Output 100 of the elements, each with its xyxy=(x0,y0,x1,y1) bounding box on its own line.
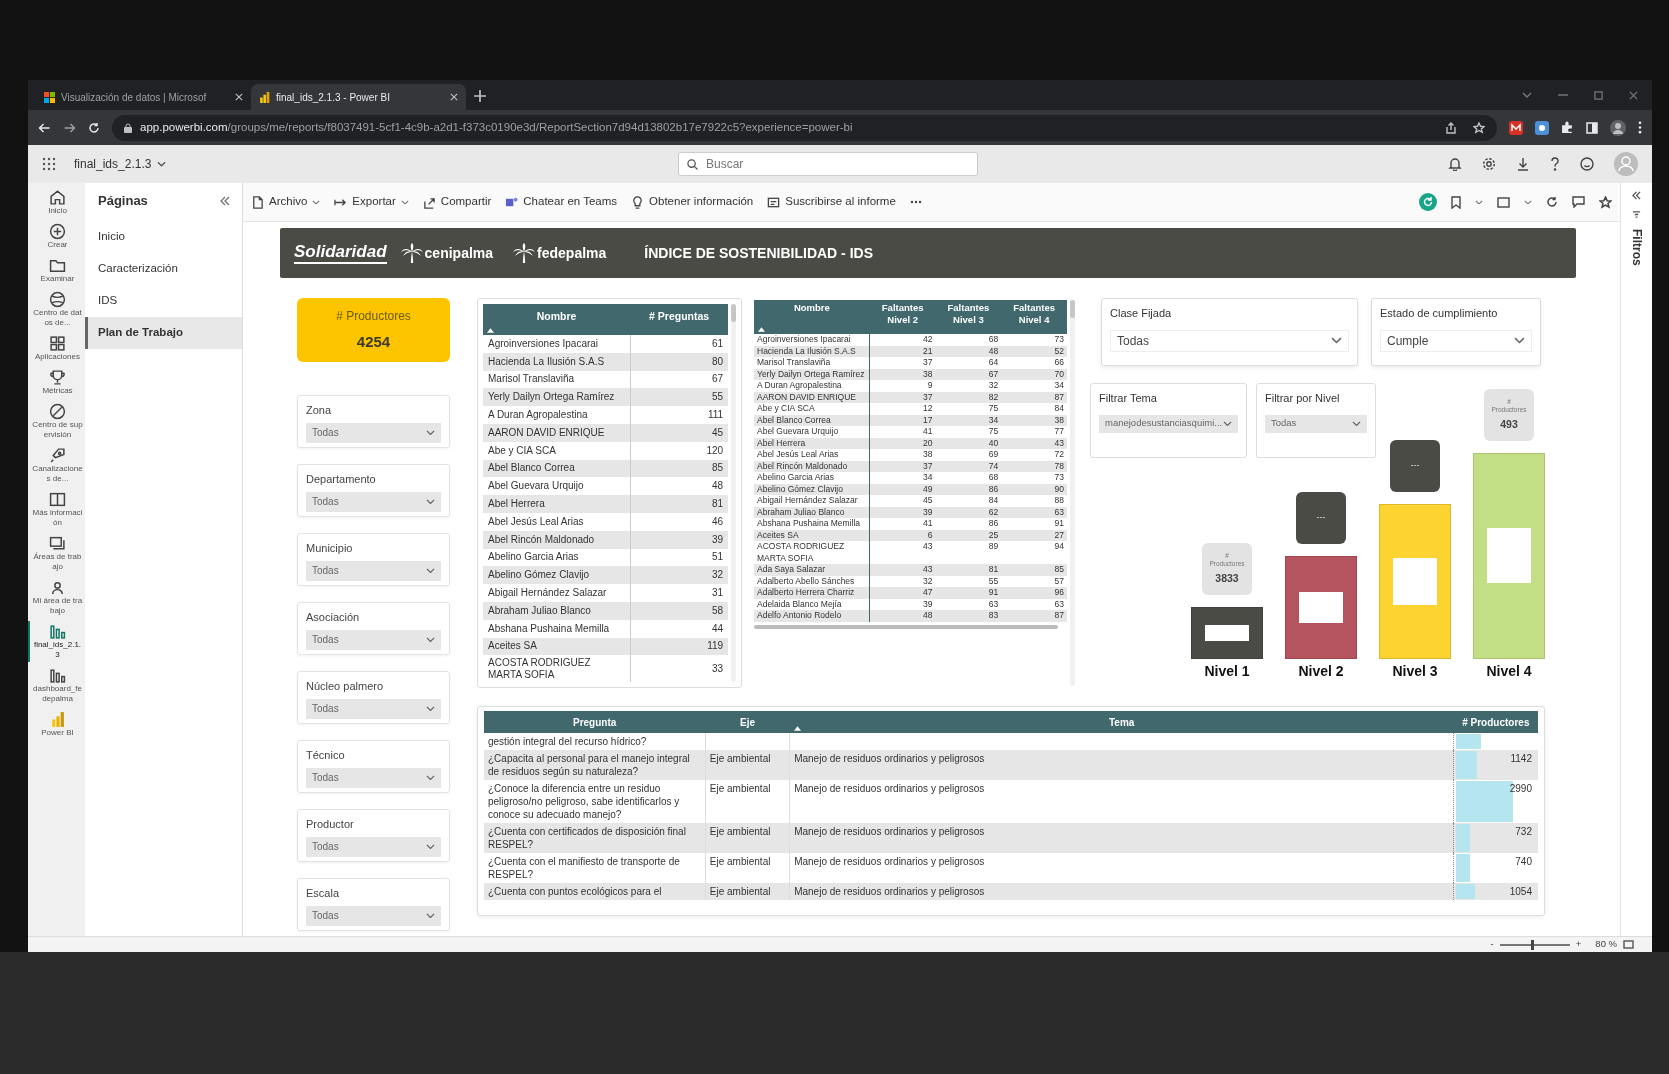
slicer-label: Filtrar Tema xyxy=(1099,391,1158,406)
dropdown[interactable]: Todas xyxy=(306,629,441,650)
dropdown[interactable]: Cumple xyxy=(1380,329,1532,352)
bookmark-icon[interactable] xyxy=(1451,195,1461,209)
extension-icon[interactable] xyxy=(1535,120,1549,135)
menu-icon[interactable] xyxy=(1638,121,1642,134)
search-input[interactable]: Buscar xyxy=(704,154,969,174)
collapse-icon[interactable] xyxy=(220,195,230,206)
side-panel-icon[interactable] xyxy=(1586,121,1598,134)
folder-icon xyxy=(49,257,66,274)
report-title-button[interactable]: final_ids_2.1.3 xyxy=(74,155,167,173)
zoom-in-button[interactable]: + xyxy=(1575,937,1582,952)
back-arrow-icon[interactable] xyxy=(38,121,51,134)
nav-rail-item[interactable]: Centro de datos de... xyxy=(28,289,85,330)
toolbar-button[interactable]: Archivo xyxy=(251,193,321,211)
app-launcher-icon[interactable] xyxy=(42,157,56,171)
nav-rail-item[interactable]: Crear xyxy=(28,221,85,252)
plus-icon[interactable] xyxy=(474,90,486,102)
more-icon[interactable] xyxy=(909,200,922,204)
nav-rail-item[interactable]: Power BI xyxy=(28,709,85,740)
browser-tab[interactable]: final_ids_2.1.3 - Power BI xyxy=(251,84,466,110)
page-tab[interactable]: Caracterización xyxy=(85,252,242,285)
level-label: Nivel 2 xyxy=(1298,663,1344,680)
nav-rail-item[interactable]: Canalizaciones de... xyxy=(28,445,85,486)
dropdown[interactable]: Todas xyxy=(306,767,441,788)
dropdown[interactable]: Todas xyxy=(306,905,441,926)
column-header[interactable]: Nombre xyxy=(754,300,870,334)
download-icon[interactable] xyxy=(1516,157,1530,171)
address-bar[interactable]: app.powerbi.com/groups/me/reports/f8037491-5cf1-4c9b-a2d1-f373c0190e3d/ReportSection7d94d13802b17e7922c5?experience=power-bi xyxy=(112,114,1497,141)
dropdown[interactable]: Todas xyxy=(306,560,441,581)
column-header[interactable]: Faltantes Nivel 2 xyxy=(869,300,936,334)
dropdown[interactable]: Todas xyxy=(306,836,441,857)
nav-rail-item[interactable]: Más información xyxy=(28,489,85,530)
toolbar-button[interactable]: Exportar xyxy=(334,193,409,211)
dropdown[interactable]: manejodesustanciasquimi... xyxy=(1099,414,1238,433)
nav-rail-item[interactable]: Aplicaciones xyxy=(28,333,85,364)
toolbar-button[interactable]: Suscribirse al informe xyxy=(767,193,896,211)
page-tab[interactable]: IDS xyxy=(85,284,242,317)
nav-rail-item[interactable]: Áreas de trabajo xyxy=(28,533,85,574)
extension-icon[interactable] xyxy=(1509,120,1523,135)
nav-rail-item[interactable]: dashboard_fedepalma xyxy=(28,665,85,706)
nav-rail-item[interactable]: Mi área de trabajo xyxy=(28,577,85,618)
view-icon[interactable] xyxy=(1497,196,1510,208)
table-cell: 66 xyxy=(1001,357,1067,369)
nav-rail-item[interactable]: Métricas xyxy=(28,367,85,398)
toolbar-button[interactable]: Compartir xyxy=(422,193,492,211)
forward-arrow-icon[interactable] xyxy=(63,121,76,134)
settings-icon[interactable] xyxy=(1482,157,1496,171)
nav-rail-item[interactable]: Examinar xyxy=(28,255,85,286)
nav-rail-item[interactable]: Inicio xyxy=(28,187,85,218)
table-cell: 69 xyxy=(935,449,1002,461)
bell-icon[interactable] xyxy=(1448,157,1462,171)
caret-icon xyxy=(157,161,167,167)
page-tab[interactable]: Plan de Trabajo xyxy=(85,316,242,349)
column-header[interactable]: Tema xyxy=(789,711,1454,733)
column-header[interactable]: # Productores xyxy=(1453,711,1538,733)
column-header[interactable]: Nombre xyxy=(483,304,631,335)
toolbar-button[interactable]: Obtener información xyxy=(631,193,754,211)
reload-icon[interactable] xyxy=(1546,196,1558,208)
bar-chart-icon xyxy=(49,667,66,684)
dropdown[interactable]: Todas xyxy=(1110,329,1349,352)
nav-rail-item[interactable]: Centro de supervisión xyxy=(28,401,85,442)
dropdown[interactable]: Todas xyxy=(1265,414,1367,433)
browser-tab[interactable]: Visualización de datos | Microsof xyxy=(36,84,251,110)
table-cell: 39 xyxy=(869,506,936,518)
close-icon[interactable] xyxy=(450,93,458,101)
fit-page-icon[interactable] xyxy=(1623,940,1634,949)
table-cell: Abel Guevara Urquijo xyxy=(483,477,631,496)
column-header[interactable]: Eje xyxy=(705,711,790,733)
person-icon xyxy=(49,579,66,596)
column-header[interactable]: Faltantes Nivel 3 xyxy=(935,300,1002,334)
chevron-down-icon[interactable] xyxy=(1522,92,1532,98)
close-icon[interactable] xyxy=(1629,90,1638,100)
expand-icon[interactable] xyxy=(1632,191,1641,200)
close-icon[interactable] xyxy=(235,93,243,101)
share-icon[interactable] xyxy=(1445,121,1457,134)
table-cell: Marisol Translaviña xyxy=(483,370,631,389)
search-field[interactable]: Buscar xyxy=(678,152,978,176)
smiley-icon[interactable] xyxy=(1580,157,1594,171)
dropdown[interactable]: Todas xyxy=(306,491,441,512)
avatar-icon[interactable] xyxy=(1610,119,1626,136)
comment-icon[interactable] xyxy=(1572,196,1585,208)
maximize-icon[interactable] xyxy=(1594,90,1603,100)
slider-thumb[interactable] xyxy=(1531,939,1535,950)
dropdown[interactable]: Todas xyxy=(306,698,441,719)
table-cell: 34 xyxy=(935,414,1002,426)
zoom-out-button[interactable]: - xyxy=(1490,937,1494,952)
pane-title[interactable]: Filtros xyxy=(1627,229,1646,266)
star-icon[interactable] xyxy=(1473,121,1485,134)
table-cell: 75 xyxy=(935,403,1002,415)
page-tab[interactable]: Inicio xyxy=(85,220,242,253)
column-header[interactable]: # Preguntas xyxy=(630,304,729,335)
toolbar-button[interactable]: Chatear en Teams xyxy=(505,193,618,211)
refresh-status-icon[interactable] xyxy=(1419,193,1437,211)
dropdown[interactable]: Todas xyxy=(306,422,441,443)
column-header[interactable]: Pregunta xyxy=(484,711,706,733)
column-header[interactable]: Faltantes Nivel 4 xyxy=(1001,300,1067,334)
help-icon[interactable] xyxy=(1550,157,1560,171)
star-icon[interactable] xyxy=(1599,195,1612,209)
puzzle-icon[interactable] xyxy=(1561,121,1574,134)
